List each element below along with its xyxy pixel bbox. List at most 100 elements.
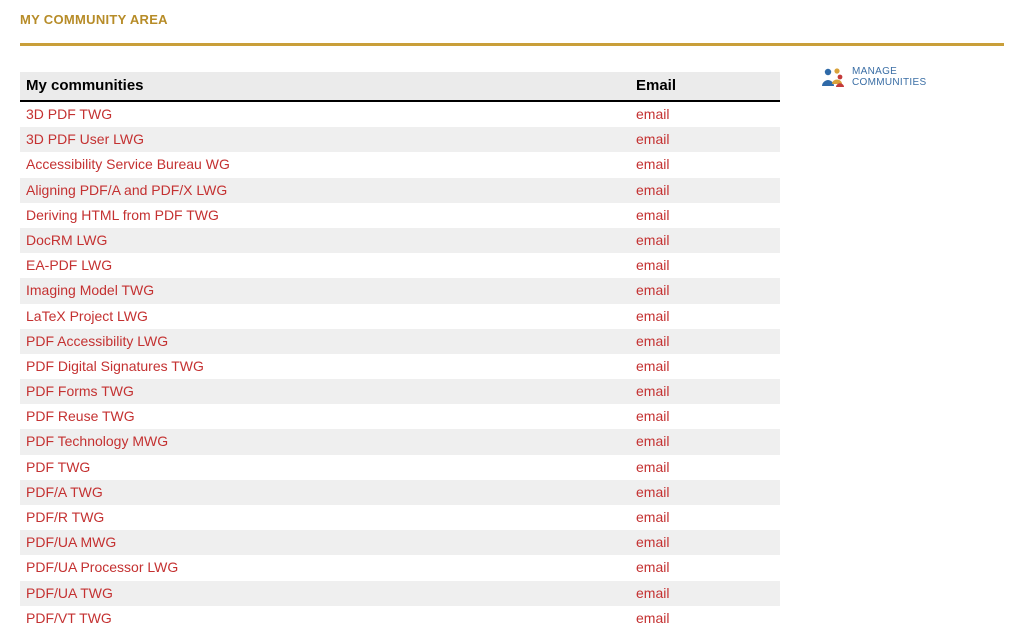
community-link[interactable]: Imaging Model TWG xyxy=(26,282,154,298)
community-link[interactable]: PDF Accessibility LWG xyxy=(26,333,168,349)
community-name-cell: DocRM LWG xyxy=(20,228,630,253)
community-name-cell: PDF/UA TWG xyxy=(20,581,630,606)
community-link[interactable]: PDF/R TWG xyxy=(26,509,104,525)
community-email-cell: email xyxy=(630,329,780,354)
table-row: DocRM LWG email xyxy=(20,228,780,253)
table-row: EA-PDF LWG email xyxy=(20,253,780,278)
community-link[interactable]: 3D PDF TWG xyxy=(26,106,112,122)
community-name-cell: PDF TWG xyxy=(20,455,630,480)
community-email-link[interactable]: email xyxy=(636,131,669,147)
table-row: Aligning PDF/A and PDF/X LWG email xyxy=(20,178,780,203)
community-email-cell: email xyxy=(630,152,780,177)
community-email-link[interactable]: email xyxy=(636,559,669,575)
table-row: PDF/R TWG email xyxy=(20,505,780,530)
col-header-email: Email xyxy=(630,72,780,101)
divider xyxy=(20,43,1004,46)
community-email-link[interactable]: email xyxy=(636,308,669,324)
table-row: 3D PDF User LWG email xyxy=(20,127,780,152)
community-name-cell: 3D PDF TWG xyxy=(20,101,630,127)
community-email-link[interactable]: email xyxy=(636,383,669,399)
community-email-cell: email xyxy=(630,581,780,606)
community-email-link[interactable]: email xyxy=(636,358,669,374)
table-row: PDF TWG email xyxy=(20,455,780,480)
community-link[interactable]: PDF Reuse TWG xyxy=(26,408,135,424)
community-email-link[interactable]: email xyxy=(636,106,669,122)
community-email-cell: email xyxy=(630,278,780,303)
community-name-cell: PDF Forms TWG xyxy=(20,379,630,404)
manage-communities-label: MANAGE COMMUNITIES xyxy=(852,66,926,88)
community-name-cell: PDF/UA Processor LWG xyxy=(20,555,630,580)
community-email-cell: email xyxy=(630,530,780,555)
community-link[interactable]: PDF/UA Processor LWG xyxy=(26,559,178,575)
community-email-cell: email xyxy=(630,127,780,152)
community-link[interactable]: PDF TWG xyxy=(26,459,90,475)
community-name-cell: Deriving HTML from PDF TWG xyxy=(20,203,630,228)
community-email-cell: email xyxy=(630,354,780,379)
community-email-link[interactable]: email xyxy=(636,182,669,198)
table-row: 3D PDF TWG email xyxy=(20,101,780,127)
community-name-cell: PDF/A TWG xyxy=(20,480,630,505)
community-email-link[interactable]: email xyxy=(636,509,669,525)
community-email-link[interactable]: email xyxy=(636,282,669,298)
community-email-link[interactable]: email xyxy=(636,333,669,349)
community-email-cell: email xyxy=(630,228,780,253)
community-link[interactable]: Accessibility Service Bureau WG xyxy=(26,156,230,172)
community-email-link[interactable]: email xyxy=(636,534,669,550)
community-email-link[interactable]: email xyxy=(636,585,669,601)
col-header-name: My communities xyxy=(20,72,630,101)
community-link[interactable]: PDF/A TWG xyxy=(26,484,103,500)
community-link[interactable]: PDF Digital Signatures TWG xyxy=(26,358,204,374)
table-row: PDF Technology MWG email xyxy=(20,429,780,454)
manage-communities-link[interactable]: MANAGE COMMUNITIES xyxy=(820,66,926,88)
community-email-cell: email xyxy=(630,455,780,480)
community-email-link[interactable]: email xyxy=(636,484,669,500)
community-email-cell: email xyxy=(630,304,780,329)
community-link[interactable]: PDF/UA TWG xyxy=(26,585,113,601)
community-email-link[interactable]: email xyxy=(636,257,669,273)
communities-table: My communities Email 3D PDF TWGemail3D P… xyxy=(20,72,780,631)
community-email-cell: email xyxy=(630,404,780,429)
table-row: PDF/UA MWG email xyxy=(20,530,780,555)
community-email-link[interactable]: email xyxy=(636,232,669,248)
community-email-link[interactable]: email xyxy=(636,459,669,475)
community-name-cell: PDF Reuse TWG xyxy=(20,404,630,429)
table-row: PDF Digital Signatures TWG email xyxy=(20,354,780,379)
table-row: PDF Accessibility LWG email xyxy=(20,329,780,354)
community-link[interactable]: LaTeX Project LWG xyxy=(26,308,148,324)
community-name-cell: PDF/R TWG xyxy=(20,505,630,530)
table-row: PDF/UA TWG email xyxy=(20,581,780,606)
community-name-cell: Accessibility Service Bureau WG xyxy=(20,152,630,177)
community-email-cell: email xyxy=(630,178,780,203)
community-link[interactable]: EA-PDF LWG xyxy=(26,257,112,273)
community-email-cell: email xyxy=(630,203,780,228)
community-email-cell: email xyxy=(630,505,780,530)
community-name-cell: PDF/UA MWG xyxy=(20,530,630,555)
community-name-cell: Aligning PDF/A and PDF/X LWG xyxy=(20,178,630,203)
community-name-cell: LaTeX Project LWG xyxy=(20,304,630,329)
community-name-cell: PDF Technology MWG xyxy=(20,429,630,454)
communities-table-wrap: My communities Email 3D PDF TWGemail3D P… xyxy=(20,72,780,631)
community-email-cell: email xyxy=(630,253,780,278)
community-email-cell: email xyxy=(630,379,780,404)
community-email-cell: email xyxy=(630,480,780,505)
community-email-cell: email xyxy=(630,555,780,580)
community-link[interactable]: 3D PDF User LWG xyxy=(26,131,144,147)
community-link[interactable]: Aligning PDF/A and PDF/X LWG xyxy=(26,182,227,198)
community-link[interactable]: Deriving HTML from PDF TWG xyxy=(26,207,219,223)
community-link[interactable]: PDF/VT TWG xyxy=(26,610,112,626)
community-email-link[interactable]: email xyxy=(636,156,669,172)
community-link[interactable]: DocRM LWG xyxy=(26,232,107,248)
community-email-link[interactable]: email xyxy=(636,433,669,449)
table-row: PDF Forms TWG email xyxy=(20,379,780,404)
table-row: Imaging Model TWG email xyxy=(20,278,780,303)
community-link[interactable]: PDF/UA MWG xyxy=(26,534,116,550)
community-name-cell: EA-PDF LWG xyxy=(20,253,630,278)
community-email-link[interactable]: email xyxy=(636,408,669,424)
people-icon xyxy=(820,66,846,88)
community-email-link[interactable]: email xyxy=(636,610,669,626)
community-link[interactable]: PDF Forms TWG xyxy=(26,383,134,399)
community-name-cell: PDF Accessibility LWG xyxy=(20,329,630,354)
community-email-link[interactable]: email xyxy=(636,207,669,223)
section-title: MY COMMUNITY AREA xyxy=(20,12,1004,27)
community-link[interactable]: PDF Technology MWG xyxy=(26,433,168,449)
